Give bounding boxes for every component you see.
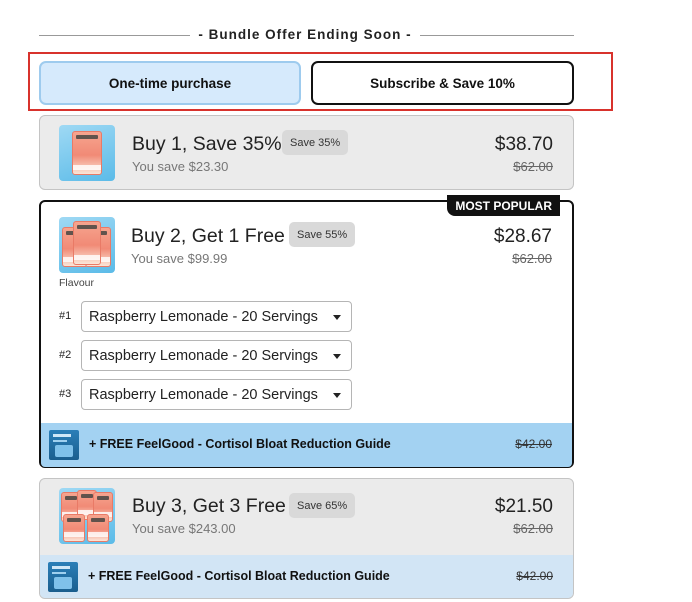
flavour-select-value: Raspberry Lemonade - 20 Servings: [89, 386, 318, 403]
product-image: [59, 125, 115, 181]
bundle-title: Buy 1, Save 35%: [132, 133, 282, 155]
bundle-offer-heading: - Bundle Offer Ending Soon -: [198, 27, 412, 42]
free-gift-text: + FREE FeelGood - Cortisol Bloat Reducti…: [89, 437, 391, 451]
one-time-purchase-button[interactable]: One-time purchase: [39, 61, 301, 105]
flavour-select-value: Raspberry Lemonade - 20 Servings: [89, 347, 318, 364]
you-save-text: You save $243.00: [132, 521, 236, 536]
flavour-select-2[interactable]: Raspberry Lemonade - 20 Servings: [81, 340, 352, 371]
product-image: [59, 488, 115, 544]
flavour-select-1[interactable]: Raspberry Lemonade - 20 Servings: [81, 301, 352, 332]
guide-image: [49, 430, 79, 460]
bundle-title: Buy 2, Get 1 Free: [131, 225, 285, 247]
flavour-label: Flavour: [59, 277, 95, 289]
bundle-option-buy-3[interactable]: Buy 3, Get 3 Free Save 65% You save $243…: [39, 478, 574, 599]
gift-original-price: $42.00: [515, 437, 552, 451]
guide-image: [48, 562, 78, 592]
chevron-down-icon: [333, 354, 341, 359]
flavour-select-3[interactable]: Raspberry Lemonade - 20 Servings: [81, 379, 352, 410]
header-divider-left: [39, 35, 190, 36]
product-image: [59, 217, 115, 273]
original-price: $62.00: [512, 251, 552, 266]
bundle-price: $28.67: [493, 226, 552, 247]
slot-number: #3: [59, 388, 72, 400]
slot-number: #1: [59, 310, 72, 322]
you-save-text: You save $99.99: [131, 251, 228, 266]
bundle-price: $38.70: [494, 134, 553, 155]
header-divider-right: [420, 35, 574, 36]
original-price: $62.00: [513, 521, 553, 536]
flavour-select-value: Raspberry Lemonade - 20 Servings: [89, 308, 318, 325]
original-price: $62.00: [513, 159, 553, 174]
slot-number: #2: [59, 349, 72, 361]
chevron-down-icon: [333, 393, 341, 398]
you-save-text: You save $23.30: [132, 159, 229, 174]
bundle-option-buy-2[interactable]: MOST POPULAR Buy 2, Get 1 Free Save 55% …: [39, 195, 574, 468]
save-badge: Save 65%: [289, 493, 356, 518]
bundle-option-buy-1[interactable]: Buy 1, Save 35% Save 35% You save $23.30…: [39, 115, 574, 190]
chevron-down-icon: [333, 315, 341, 320]
subscribe-save-button[interactable]: Subscribe & Save 10%: [311, 61, 574, 105]
free-gift-text: + FREE FeelGood - Cortisol Bloat Reducti…: [88, 569, 390, 583]
free-gift-bar: + FREE FeelGood - Cortisol Bloat Reducti…: [40, 555, 573, 598]
gift-original-price: $42.00: [516, 569, 553, 583]
bundle-price: $21.50: [494, 496, 553, 517]
save-badge: Save 35%: [282, 130, 349, 155]
save-badge: Save 55%: [289, 222, 356, 247]
most-popular-tag: MOST POPULAR: [447, 195, 560, 216]
free-gift-bar: + FREE FeelGood - Cortisol Bloat Reducti…: [41, 423, 572, 467]
bundle-title: Buy 3, Get 3 Free: [132, 495, 286, 517]
